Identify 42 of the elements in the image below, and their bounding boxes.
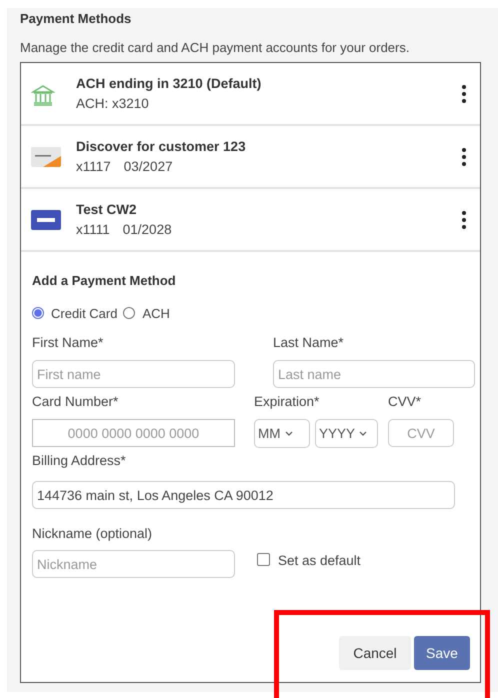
payment-method-row[interactable]: Discover for customer 123 x1117 03/2027	[21, 126, 480, 189]
method-detail: x1111	[76, 222, 110, 237]
caret-icon	[284, 431, 292, 436]
more-options-icon[interactable]	[461, 147, 467, 167]
method-title: ACH ending in 3210 (Default)	[76, 76, 262, 91]
billing-address-field[interactable]: 144736 main st, Los Angeles CA 90012	[32, 481, 455, 509]
year-select[interactable]: YYYY	[315, 419, 378, 448]
form-title: Add a Payment Method	[32, 273, 177, 289]
field-label: Card Number*	[32, 394, 120, 410]
field-label: Nickname (optional)	[32, 526, 154, 542]
field-label: Expiration*	[254, 394, 320, 410]
method-detail: x1117	[76, 159, 111, 174]
more-options-icon[interactable]	[461, 210, 467, 230]
method-detail: ACH: x3210	[76, 96, 149, 111]
last-name-field[interactable]: Last name	[273, 360, 475, 388]
section-title: Payment Methods	[20, 11, 132, 27]
first-name-field[interactable]: First name	[32, 360, 235, 388]
payment-method-row[interactable]: ACH ending in 3210 (Default) ACH: x3210	[21, 63, 480, 126]
field-label: Last Name*	[273, 335, 345, 351]
set-default-checkbox[interactable]: Set as default	[257, 553, 361, 569]
month-select[interactable]: MM	[254, 419, 310, 448]
payment-type-radio[interactable]: ACH	[123, 305, 170, 321]
method-title: Test CW2	[76, 202, 138, 217]
payment-type-radio[interactable]: Credit Card	[32, 305, 118, 321]
method-detail: 03/2027	[124, 159, 173, 174]
caret-icon	[359, 431, 368, 436]
section-description: Manage the credit card and ACH payment accounts for your orders.	[20, 40, 410, 56]
payment-method-row[interactable]: Test CW2 x1111 01/2028	[21, 189, 480, 252]
more-options-icon[interactable]	[461, 84, 467, 104]
cancel-button[interactable]: Cancel	[339, 636, 411, 670]
nickname-field[interactable]: Nickname	[32, 550, 235, 578]
bank-icon	[31, 84, 55, 108]
method-title: Discover for customer 123	[76, 139, 246, 154]
method-detail: 01/2028	[122, 222, 172, 237]
cvv-field[interactable]: CVV	[388, 419, 454, 447]
card-icon	[31, 147, 61, 167]
card-number-field[interactable]: 0000 0000 0000 0000	[32, 419, 235, 447]
field-label: First Name*	[32, 335, 104, 351]
card-icon	[31, 210, 61, 230]
save-button[interactable]: Save	[414, 636, 470, 670]
field-label: CVV*	[388, 394, 422, 410]
field-label: Billing Address*	[32, 453, 127, 469]
